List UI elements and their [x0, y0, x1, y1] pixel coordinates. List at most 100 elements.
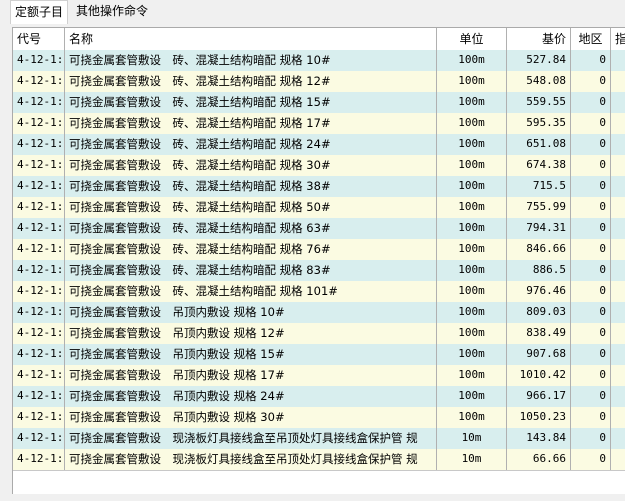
row-extra: [611, 218, 625, 239]
row-name: 可挠金属套管敷设 砖、混凝土结构暗配 规格 38#: [65, 176, 437, 197]
row-price: 595.35: [507, 113, 571, 134]
row-price: 548.08: [507, 71, 571, 92]
row-code: 4-12-1:: [13, 365, 65, 386]
row-extra: [611, 113, 625, 134]
row-region: 0: [571, 365, 611, 386]
table-row[interactable]: 4-12-1: 可挠金属套管敷设 砖、混凝土结构暗配 规格 15# 100m 559.…: [13, 92, 625, 114]
row-price: 846.66: [507, 239, 571, 260]
table-row[interactable]: 4-12-1: 可挠金属套管敷设 砖、混凝土结构暗配 规格 17# 100m 595.…: [13, 113, 625, 135]
row-price: 794.31: [507, 218, 571, 239]
row-name: 可挠金属套管敷设 砖、混凝土结构暗配 规格 12#: [65, 71, 437, 92]
table-row[interactable]: 4-12-1: 可挠金属套管敷设 砖、混凝土结构暗配 规格 10# 100m 527.…: [13, 50, 625, 72]
row-unit: 100m: [437, 50, 507, 71]
row-extra: [611, 407, 625, 428]
row-extra: [611, 50, 625, 71]
row-name: 可挠金属套管敷设 砖、混凝土结构暗配 规格 17#: [65, 113, 437, 134]
row-region: 0: [571, 428, 611, 449]
table-row[interactable]: 4-12-1: 可挠金属套管敷设 砖、混凝土结构暗配 规格 76# 100m 846.…: [13, 239, 625, 261]
row-unit: 100m: [437, 365, 507, 386]
row-price: 966.17: [507, 386, 571, 407]
row-extra: [611, 344, 625, 365]
table-row[interactable]: 4-12-1: 可挠金属套管敷设 吊顶内敷设 规格 10# 100m 809.03 0: [13, 302, 625, 324]
row-unit: 100m: [437, 113, 507, 134]
row-name: 可挠金属套管敷设 砖、混凝土结构暗配 规格 76#: [65, 239, 437, 260]
row-price: 838.49: [507, 323, 571, 344]
row-code: 4-12-1:: [13, 449, 65, 470]
row-unit: 10m: [437, 449, 507, 470]
tab-other-commands[interactable]: 其他操作命令: [72, 0, 152, 22]
row-code: 4-12-1:: [13, 302, 65, 323]
column-header-name[interactable]: 名称: [65, 28, 437, 50]
row-code: 4-12-1:: [13, 260, 65, 281]
table-row[interactable]: 4-12-1: 可挠金属套管敷设 吊顶内敷设 规格 15# 100m 907.68 0: [13, 344, 625, 366]
column-header-extra[interactable]: 指: [611, 28, 625, 50]
table-row[interactable]: 4-12-1: 可挠金属套管敷设 吊顶内敷设 规格 17# 100m 1010.42 0: [13, 365, 625, 387]
table-row[interactable]: 4-12-1: 可挠金属套管敷设 砖、混凝土结构暗配 规格 50# 100m 755.…: [13, 197, 625, 219]
row-extra: [611, 155, 625, 176]
row-name: 可挠金属套管敷设 砖、混凝土结构暗配 规格 15#: [65, 92, 437, 113]
row-code: 4-12-1:: [13, 428, 65, 449]
row-region: 0: [571, 197, 611, 218]
row-code: 4-12-1:: [13, 218, 65, 239]
row-extra: [611, 365, 625, 386]
row-unit: 100m: [437, 134, 507, 155]
row-code: 4-12-1:: [13, 407, 65, 428]
table-row[interactable]: 4-12-1: 可挠金属套管敷设 砖、混凝土结构暗配 规格 24# 100m 651.…: [13, 134, 625, 156]
row-price: 907.68: [507, 344, 571, 365]
row-region: 0: [571, 323, 611, 344]
row-unit: 100m: [437, 197, 507, 218]
column-header-unit[interactable]: 单位: [437, 28, 507, 50]
table-row[interactable]: 4-12-1: 可挠金属套管敷设 砖、混凝土结构暗配 规格 83# 100m 886.…: [13, 260, 625, 282]
row-unit: 10m: [437, 428, 507, 449]
table-row[interactable]: 4-12-1: 可挠金属套管敷设 砖、混凝土结构暗配 规格 30# 100m 674.…: [13, 155, 625, 177]
table-row[interactable]: 4-12-1: 可挠金属套管敷设 砖、混凝土结构暗配 规格 12# 100m 548.…: [13, 71, 625, 93]
row-unit: 100m: [437, 176, 507, 197]
row-price: 1010.42: [507, 365, 571, 386]
row-price: 755.99: [507, 197, 571, 218]
tab-quota-items[interactable]: 定额子目: [10, 0, 69, 24]
row-name: 可挠金属套管敷设 砖、混凝土结构暗配 规格 10#: [65, 50, 437, 71]
table-row[interactable]: 4-12-1: 可挠金属套管敷设 现浇板灯具接线盒至吊顶处灯具接线盒保护管 规 10…: [13, 449, 625, 471]
row-price: 651.08: [507, 134, 571, 155]
table-row[interactable]: 4-12-1: 可挠金属套管敷设 砖、混凝土结构暗配 规格 63# 100m 794.…: [13, 218, 625, 240]
table-row[interactable]: 4-12-1: 可挠金属套管敷设 吊顶内敷设 规格 30# 100m 1050.23 0: [13, 407, 625, 429]
table-row[interactable]: 4-12-1: 可挠金属套管敷设 砖、混凝土结构暗配 规格 38# 100m 715.…: [13, 176, 625, 198]
row-region: 0: [571, 344, 611, 365]
row-name: 可挠金属套管敷设 现浇板灯具接线盒至吊顶处灯具接线盒保护管 规: [65, 428, 437, 449]
column-header-price[interactable]: 基价: [507, 28, 571, 50]
table-row[interactable]: 4-12-1: 可挠金属套管敷设 吊顶内敷设 规格 12# 100m 838.49 0: [13, 323, 625, 345]
row-region: 0: [571, 50, 611, 71]
row-code: 4-12-1:: [13, 239, 65, 260]
row-region: 0: [571, 155, 611, 176]
row-extra: [611, 134, 625, 155]
row-price: 886.5: [507, 260, 571, 281]
row-price: 715.5: [507, 176, 571, 197]
row-region: 0: [571, 281, 611, 302]
row-price: 809.03: [507, 302, 571, 323]
row-region: 0: [571, 176, 611, 197]
row-unit: 100m: [437, 92, 507, 113]
table-row[interactable]: 4-12-1: 可挠金属套管敷设 吊顶内敷设 规格 24# 100m 966.17 0: [13, 386, 625, 408]
row-unit: 100m: [437, 323, 507, 344]
row-name: 可挠金属套管敷设 砖、混凝土结构暗配 规格 83#: [65, 260, 437, 281]
row-code: 4-12-1:: [13, 197, 65, 218]
row-extra: [611, 323, 625, 344]
row-region: 0: [571, 302, 611, 323]
row-extra: [611, 428, 625, 449]
row-price: 976.46: [507, 281, 571, 302]
row-unit: 100m: [437, 344, 507, 365]
row-extra: [611, 449, 625, 470]
table-row[interactable]: 4-12-1: 可挠金属套管敷设 现浇板灯具接线盒至吊顶处灯具接线盒保护管 规 10…: [13, 428, 625, 450]
row-unit: 100m: [437, 386, 507, 407]
row-code: 4-12-1:: [13, 50, 65, 71]
row-price: 559.55: [507, 92, 571, 113]
row-name: 可挠金属套管敷设 砖、混凝土结构暗配 规格 50#: [65, 197, 437, 218]
column-header-region[interactable]: 地区: [571, 28, 611, 50]
row-code: 4-12-1:: [13, 323, 65, 344]
column-header-code[interactable]: 代号: [13, 28, 65, 50]
row-code: 4-12-1:: [13, 92, 65, 113]
row-extra: [611, 260, 625, 281]
row-unit: 100m: [437, 302, 507, 323]
table-row[interactable]: 4-12-1: 可挠金属套管敷设 砖、混凝土结构暗配 规格 101# 100m 976…: [13, 281, 625, 303]
row-price: 66.66: [507, 449, 571, 470]
